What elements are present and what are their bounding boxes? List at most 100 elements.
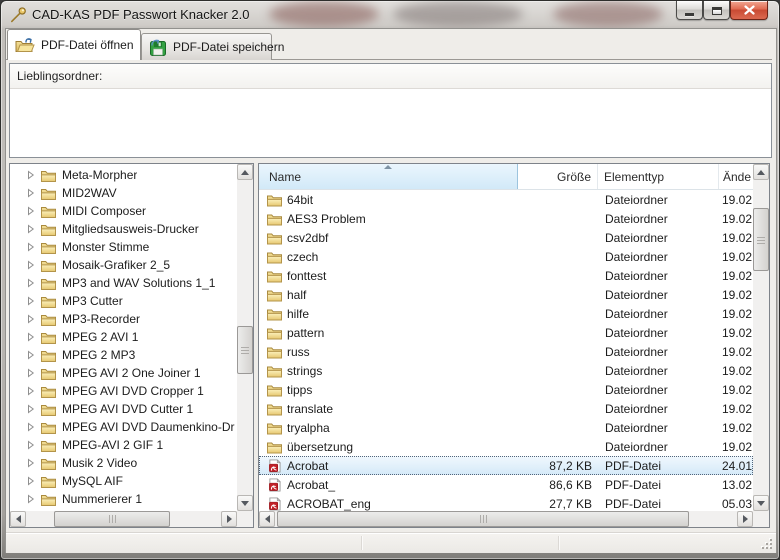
tree-horizontal-scrollbar[interactable] (10, 511, 237, 527)
file-row[interactable]: pattern Dateiordner 19.02 (259, 323, 753, 342)
maximize-button[interactable] (703, 1, 730, 20)
tree-item[interactable]: Mitgliedsausweis-Drucker (10, 220, 237, 238)
file-row[interactable]: half Dateiordner 19.02 (259, 285, 753, 304)
close-button[interactable] (730, 1, 768, 20)
tree-item[interactable]: MySQL AIF (10, 472, 237, 490)
file-row[interactable]: strings Dateiordner 19.02 (259, 361, 753, 380)
tree-item[interactable]: MP3-Recorder (10, 310, 237, 328)
expand-arrow-icon[interactable] (27, 458, 35, 468)
tree-item[interactable]: Monster Stimme (10, 238, 237, 256)
expand-arrow-icon[interactable] (27, 476, 35, 486)
file-row[interactable]: czech Dateiordner 19.02 (259, 247, 753, 266)
folder-icon (41, 439, 56, 452)
tree-item[interactable]: MP3 Cutter (10, 292, 237, 310)
tree-item[interactable]: MP3 and WAV Solutions 1_1 (10, 274, 237, 292)
expand-arrow-icon[interactable] (27, 350, 35, 360)
title-bar[interactable]: CAD-KAS PDF Passwort Knacker 2.0 (1, 1, 779, 28)
tree-item[interactable]: MPEG AVI 2 One Joiner 1 (10, 364, 237, 382)
expand-arrow-icon[interactable] (27, 260, 35, 270)
tree-item[interactable]: Nummerierer 1 (10, 490, 237, 508)
expand-arrow-icon[interactable] (27, 386, 35, 396)
expand-arrow-icon[interactable] (27, 224, 35, 234)
file-row[interactable]: russ Dateiordner 19.02 (259, 342, 753, 361)
expand-arrow-icon[interactable] (27, 440, 35, 450)
expand-arrow-icon[interactable] (27, 332, 35, 342)
file-row[interactable]: translate Dateiordner 19.02 (259, 399, 753, 418)
cell-date: 13.02 (719, 475, 753, 494)
file-row[interactable]: Acrobat 87,2 KB PDF-Datei 24.01 (259, 456, 753, 475)
expand-arrow-icon[interactable] (27, 422, 35, 432)
folder-icon (41, 259, 56, 272)
scrollbar-thumb[interactable] (54, 511, 170, 527)
column-header-groesse[interactable]: Größe (518, 164, 598, 189)
file-vertical-scrollbar[interactable] (753, 164, 769, 511)
folder-icon (267, 307, 282, 321)
file-horizontal-scrollbar[interactable] (259, 511, 753, 527)
expand-arrow-icon[interactable] (27, 404, 35, 414)
cell-size (518, 209, 598, 228)
expand-arrow-icon[interactable] (27, 368, 35, 378)
scroll-up-button[interactable] (237, 164, 253, 180)
column-label: Name (269, 170, 301, 184)
cell-type: Dateiordner (598, 380, 719, 399)
expand-arrow-icon[interactable] (27, 494, 35, 504)
scrollbar-thumb[interactable] (237, 326, 253, 374)
file-row[interactable]: hilfe Dateiordner 19.02 (259, 304, 753, 323)
column-header-aenderungsdatum[interactable]: Ände (719, 164, 753, 189)
tab-pdf-datei-speichern[interactable]: PDF-Datei speichern (141, 33, 272, 60)
tree-item[interactable]: Meta-Morpher (10, 166, 237, 184)
tree-item-label: Mosaik-Grafiker 2_5 (62, 258, 170, 272)
folder-icon (267, 250, 282, 264)
minimize-button[interactable] (676, 1, 703, 20)
favorites-listbox[interactable] (10, 90, 771, 157)
tree-item[interactable]: MPEG AVI DVD Daumenkino-Dr (10, 418, 237, 436)
tree-item[interactable]: MPEG 2 MP3 (10, 346, 237, 364)
scroll-up-button[interactable] (753, 164, 769, 180)
glass-reflection (269, 1, 379, 27)
tree-item-label: Meta-Morpher (62, 168, 137, 182)
file-row[interactable]: tryalpha Dateiordner 19.02 (259, 418, 753, 437)
tree-item[interactable]: Mosaik-Grafiker 2_5 (10, 256, 237, 274)
tree-item[interactable]: MIDI Composer (10, 202, 237, 220)
scroll-right-button[interactable] (737, 511, 753, 527)
scroll-right-button[interactable] (221, 511, 237, 527)
folder-icon (41, 403, 56, 416)
expand-arrow-icon[interactable] (27, 314, 35, 324)
folder-icon (267, 231, 282, 245)
tree-item[interactable]: MPEG-AVI 2 GIF 1 (10, 436, 237, 454)
cell-name: 64bit (287, 193, 313, 207)
file-row[interactable]: 64bit Dateiordner 19.02 (259, 190, 753, 209)
file-row[interactable]: csv2dbf Dateiordner 19.02 (259, 228, 753, 247)
file-row[interactable]: fonttest Dateiordner 19.02 (259, 266, 753, 285)
tree-item[interactable]: MPEG 2 AVI 1 (10, 328, 237, 346)
tree-vertical-scrollbar[interactable] (237, 164, 253, 511)
expand-arrow-icon[interactable] (27, 296, 35, 306)
tree-item[interactable]: MPEG AVI DVD Cropper 1 (10, 382, 237, 400)
file-row[interactable]: AES3 Problem Dateiordner 19.02 (259, 209, 753, 228)
expand-arrow-icon[interactable] (27, 188, 35, 198)
tab-label: PDF-Datei speichern (173, 40, 284, 54)
resize-grip[interactable] (760, 537, 772, 549)
scroll-down-button[interactable] (753, 495, 769, 511)
file-row[interactable]: tipps Dateiordner 19.02 (259, 380, 753, 399)
tab-pdf-datei-oeffnen[interactable]: PDF-Datei öffnen (7, 29, 141, 60)
file-row[interactable]: ACROBAT_eng 27,7 KB PDF-Datei 05.03 (259, 494, 753, 511)
expand-arrow-icon[interactable] (27, 170, 35, 180)
file-row[interactable]: Acrobat_ 86,6 KB PDF-Datei 13.02 (259, 475, 753, 494)
expand-arrow-icon[interactable] (27, 278, 35, 288)
scroll-left-button[interactable] (259, 511, 275, 527)
tree-item[interactable]: MPEG AVI DVD Cutter 1 (10, 400, 237, 418)
scroll-down-button[interactable] (237, 495, 253, 511)
tree-item-label: Nummerierer 1 (62, 492, 142, 506)
tree-item[interactable]: MID2WAV (10, 184, 237, 202)
arrow-up-icon (757, 170, 765, 175)
expand-arrow-icon[interactable] (27, 242, 35, 252)
scrollbar-thumb[interactable] (753, 208, 769, 271)
file-row[interactable]: übersetzung Dateiordner 19.02 (259, 437, 753, 456)
column-header-elementtyp[interactable]: Elementtyp (598, 164, 719, 189)
scroll-left-button[interactable] (10, 511, 26, 527)
tree-item[interactable]: Musik 2 Video (10, 454, 237, 472)
column-header-name[interactable]: Name (259, 164, 518, 189)
scrollbar-thumb[interactable] (277, 511, 689, 527)
expand-arrow-icon[interactable] (27, 206, 35, 216)
